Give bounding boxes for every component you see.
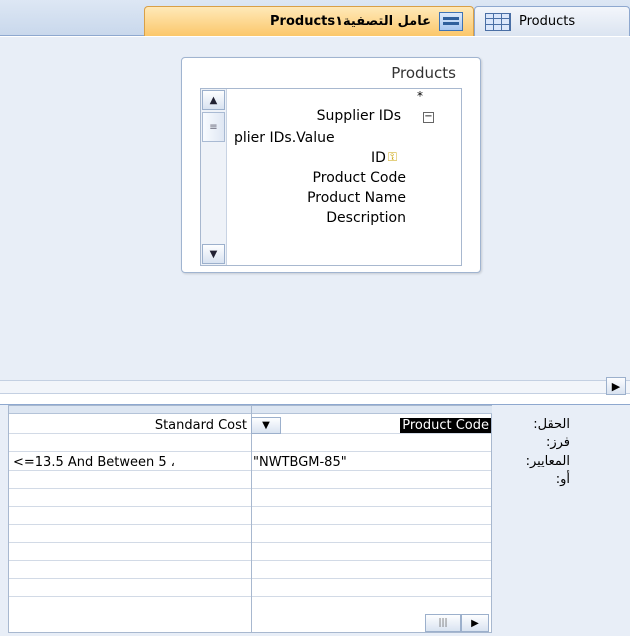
column-divider[interactable] [251, 406, 252, 632]
grid-line [9, 596, 491, 597]
row-label-field: الحقل: [533, 417, 570, 432]
column-1-field-cell[interactable]: Product Code [267, 418, 491, 433]
field-product-name[interactable]: Product Name [201, 190, 406, 206]
scroll-right-icon[interactable]: ▶ [461, 614, 489, 632]
grid-horizontal-scrollbar[interactable]: ||| ▶ [425, 614, 489, 632]
grid-line [9, 506, 491, 507]
field-description[interactable]: Description [201, 210, 406, 226]
query-grid-pane: Product Code ▼ Standard Cost "NWTBGM-85"… [0, 405, 630, 636]
tab-query-design[interactable]: Productsعامل التصفية١ [144, 6, 474, 36]
grid-line [9, 433, 491, 434]
field-all-star[interactable]: * [201, 89, 423, 103]
grid-line [9, 560, 491, 561]
column-selector-1[interactable] [252, 406, 492, 414]
query-design-icon [439, 12, 463, 31]
column-1-criteria-cell[interactable]: "NWTBGM-85" [253, 455, 483, 470]
scroll-down-icon[interactable]: ▼ [202, 244, 225, 264]
document-tab-strip: Products Productsعامل التصفية١ [0, 0, 630, 36]
column-selector-2[interactable] [9, 406, 251, 414]
primary-key-icon: ⚿ [387, 150, 397, 164]
grid-top-strip [0, 396, 630, 405]
column-2-criteria-cell[interactable]: <=13.5 And Between 5 ، [13, 455, 251, 470]
grid-line [9, 451, 491, 452]
grid-line [9, 578, 491, 579]
field-list: ▲ ≡ ▼ * Supplier IDs − plier IDs.Value I… [200, 88, 462, 266]
tab-query-label: Productsعامل التصفية١ [270, 14, 431, 29]
grid-line [9, 470, 491, 471]
row-label-criteria: المعايير: [525, 454, 570, 469]
products-table-box[interactable]: Products ▲ ≡ ▼ * Supplier IDs − plier ID… [181, 57, 481, 273]
query-design-grid: Product Code ▼ Standard Cost "NWTBGM-85"… [8, 405, 492, 633]
grid-line [9, 524, 491, 525]
field-supplier-ids[interactable]: Supplier IDs [201, 108, 401, 124]
column-1-field-value: Product Code [400, 418, 491, 433]
scroll-thumb-horizontal[interactable]: ||| [425, 614, 461, 632]
collapse-toggle-icon[interactable]: − [423, 112, 434, 123]
grid-line [9, 488, 491, 489]
row-label-or: أو: [555, 472, 570, 487]
pane-splitter[interactable] [0, 380, 630, 394]
query-design-pane: Products ▲ ≡ ▼ * Supplier IDs − plier ID… [0, 37, 630, 380]
field-id-label: ID [370, 150, 386, 166]
row-label-sort: فرز: [545, 435, 570, 450]
field-product-code[interactable]: Product Code [201, 170, 406, 186]
field-id[interactable]: ID ⚿ [201, 150, 397, 166]
tab-products[interactable]: Products [474, 6, 630, 36]
grid-line [9, 542, 491, 543]
tab-products-label: Products [519, 14, 576, 29]
column-2-field-cell[interactable]: Standard Cost [13, 418, 247, 433]
chevron-down-icon[interactable]: ▼ [251, 417, 281, 434]
table-icon [485, 12, 511, 31]
scroll-right-icon[interactable]: ▶ [606, 377, 626, 395]
table-box-title: Products [391, 64, 456, 82]
field-supplier-ids-value[interactable]: plier IDs.Value [234, 130, 335, 146]
